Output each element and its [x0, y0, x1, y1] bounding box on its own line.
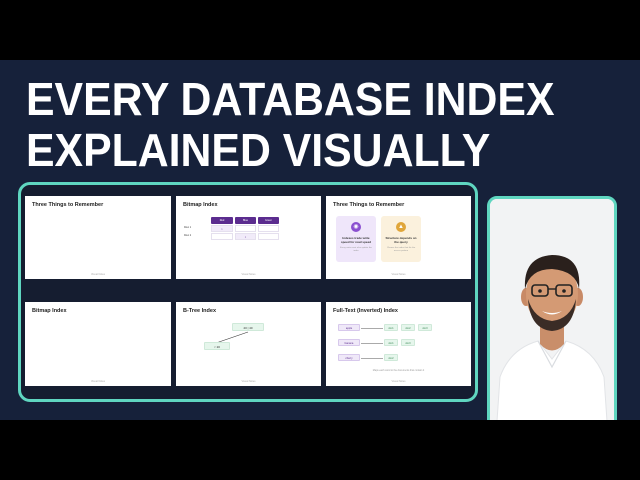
doc-box: doc3: [418, 324, 432, 331]
doc-box: doc2: [384, 354, 398, 361]
term-box: cherry: [338, 354, 360, 361]
slide-footer: Visual Notes: [391, 273, 406, 276]
bitmap-row-label: Row 2: [184, 234, 192, 237]
headline-line-2: EXPLAINED VISUALLY: [26, 124, 491, 176]
bitmap-cell: [235, 225, 256, 232]
slide-bitmap-blank: Bitmap Index Visual Notes: [25, 302, 171, 386]
slide-title: Bitmap Index: [183, 202, 218, 208]
card-title: Structure depends on the query: [385, 236, 417, 244]
slide-title: Three Things to Remember: [333, 202, 405, 208]
headline-line-1: EVERY DATABASE INDEX: [26, 73, 555, 125]
slide-fulltext: Full-Text (Inverted) Index apple doc1 do…: [326, 302, 471, 386]
slide-title: Full-Text (Inverted) Index: [333, 308, 398, 314]
info-card: ▲ Structure depends on the query Choose …: [381, 216, 421, 262]
slide-footer: Visual Notes: [241, 380, 256, 383]
slide-btree: B-Tree Index 20 | 40 < 20 Visual Notes: [176, 302, 321, 386]
bitmap-cell: [211, 233, 233, 240]
presenter-avatar: [490, 199, 614, 420]
slide-bitmap-table: Bitmap Index Red Blue Green Row 1 1 Row …: [176, 196, 321, 279]
bitmap-cell: 1: [211, 225, 233, 232]
slide-caption: Maps each word to the documents that con…: [372, 369, 425, 372]
slide-three-things: Three Things to Remember Visual Notes: [25, 196, 171, 279]
bitmap-column-header: Red: [211, 217, 233, 224]
term-box: banana: [338, 339, 360, 346]
slide-title: Three Things to Remember: [32, 202, 104, 208]
mapping-line: [361, 342, 383, 344]
thumbnail-frame: EVERY DATABASE INDEX EXPLAINED VISUALLY …: [0, 60, 640, 420]
presenter-photo: [487, 196, 617, 420]
bitmap-column-header: Blue: [235, 217, 256, 224]
card-title: Indexes trade write speed for read speed: [340, 236, 372, 244]
slide-footer: Visual Notes: [91, 380, 105, 383]
database-icon: ◉: [351, 222, 361, 232]
doc-box: doc2: [401, 324, 415, 331]
term-box: apple: [338, 324, 360, 331]
mapping-line: [361, 327, 383, 329]
card-subtitle: Choose the index that fits the access pa…: [386, 247, 416, 252]
slide-footer: Visual Notes: [391, 380, 406, 383]
card-subtitle: Every write must also update the index: [340, 247, 372, 252]
bitmap-cell: 1: [235, 233, 256, 240]
doc-box: doc1: [384, 339, 398, 346]
structure-icon: ▲: [396, 222, 406, 232]
slide-title: Bitmap Index: [32, 308, 67, 314]
bitmap-column-header: Green: [258, 217, 279, 224]
bitmap-cell: [258, 233, 279, 240]
bitmap-row-label: Row 1: [184, 226, 192, 229]
slide-grid: Three Things to Remember Visual Notes Bi…: [18, 182, 478, 402]
slide-three-things-cards: Three Things to Remember ◉ Indexes trade…: [326, 196, 471, 279]
slide-footer: Visual Notes: [91, 273, 105, 276]
btree-child-node: < 20: [204, 342, 230, 350]
doc-box: doc3: [401, 339, 415, 346]
btree-root-node: 20 | 40: [232, 323, 264, 331]
btree-edge: [215, 331, 249, 344]
mapping-line: [361, 357, 383, 359]
doc-box: doc1: [384, 324, 398, 331]
slide-footer: Visual Notes: [241, 273, 256, 276]
bitmap-cell: [258, 225, 279, 232]
info-card: ◉ Indexes trade write speed for read spe…: [336, 216, 376, 262]
